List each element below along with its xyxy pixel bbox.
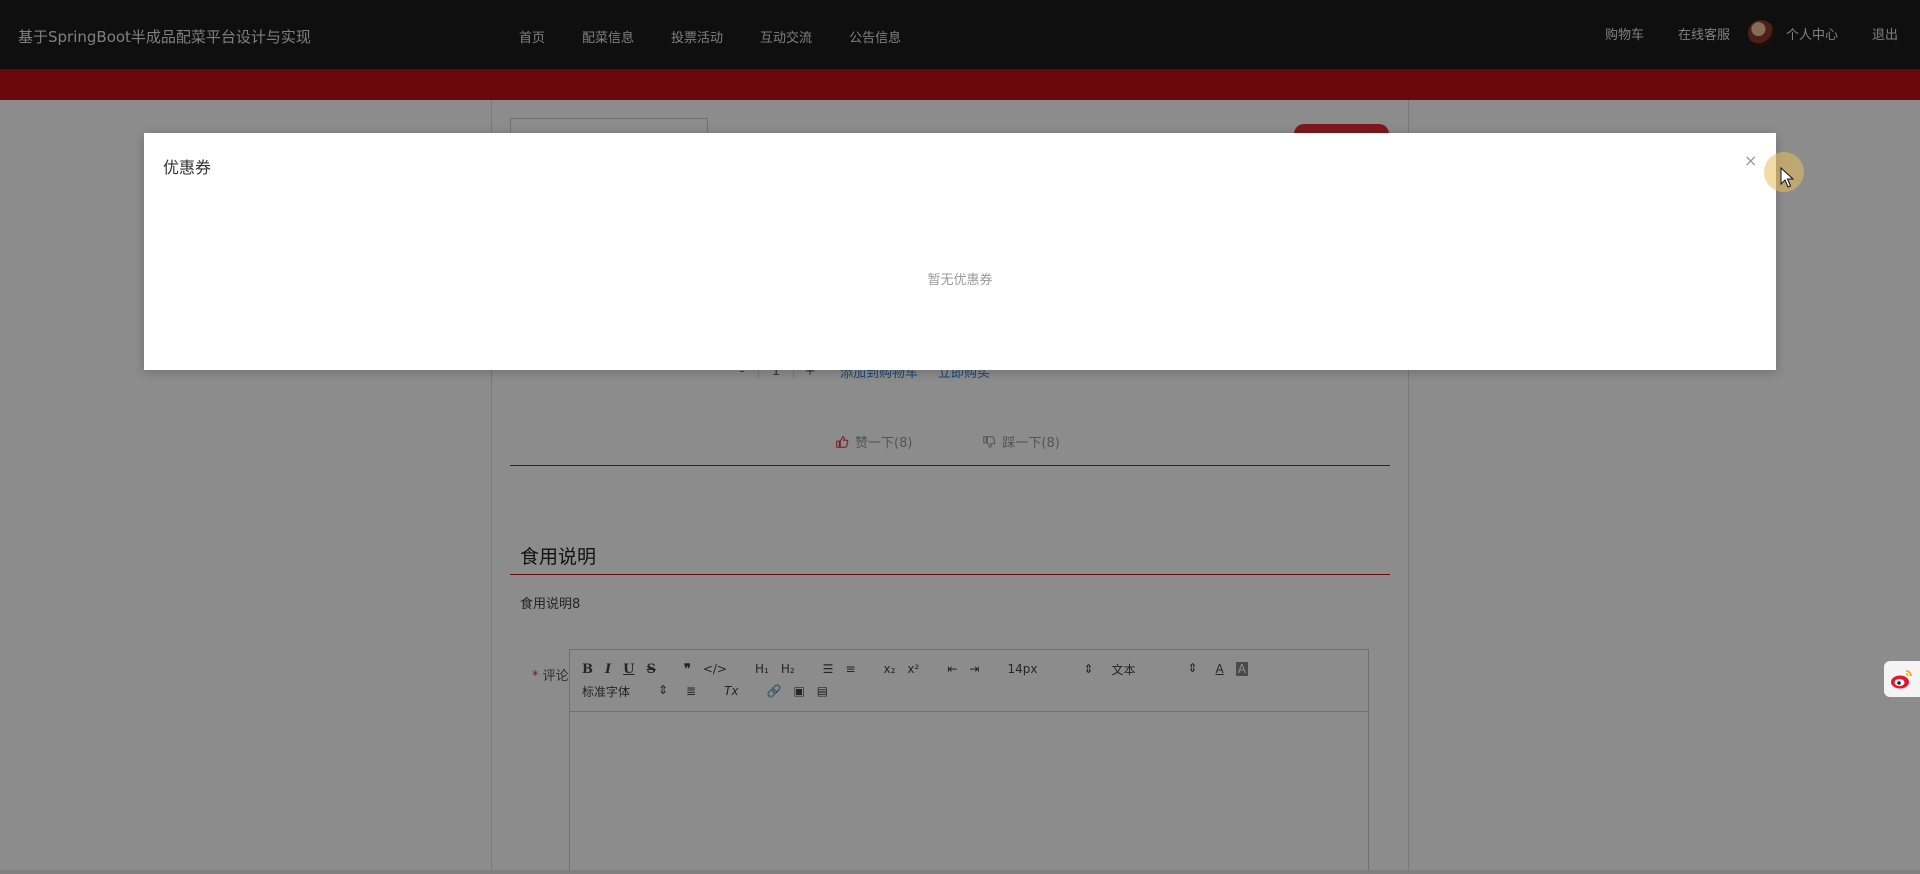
modal-overlay[interactable] (0, 0, 1920, 874)
weibo-icon (1891, 670, 1912, 689)
coupon-modal: 优惠券 × 暂无优惠券 (144, 133, 1776, 370)
modal-title: 优惠券 (163, 158, 212, 177)
cursor-icon (1780, 167, 1794, 188)
close-icon[interactable]: × (1744, 151, 1757, 170)
weibo-share-button[interactable] (1884, 661, 1920, 697)
empty-coupon-text: 暂无优惠券 (927, 273, 993, 288)
